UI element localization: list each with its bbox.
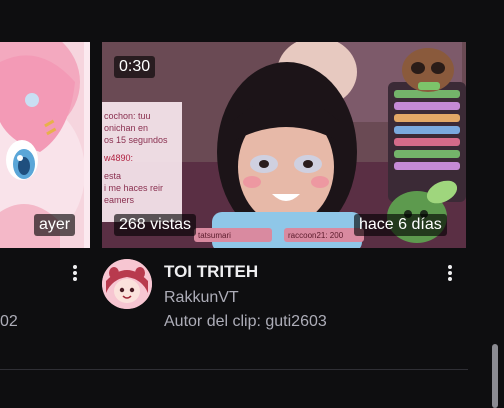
clip-age-badge: hace 6 días (354, 214, 447, 236)
section-divider (0, 369, 468, 370)
stream-chat-line: os 15 segundos (104, 135, 168, 145)
clip-thumbnail[interactable]: cochon: tuu onichan en os 15 segundos w4… (102, 42, 466, 248)
stream-chat-line: esta (104, 171, 122, 181)
channel-name-link[interactable]: RakkunVT (164, 289, 239, 307)
clip-thumbnail-left[interactable]: ayer (0, 42, 90, 248)
kebab-menu-icon (73, 265, 77, 269)
stream-chat-overlay: cochon: tuu onichan en os 15 segundos w4… (104, 110, 168, 206)
clip-age-badge: ayer (34, 214, 76, 236)
kebab-menu-icon-dot (73, 271, 77, 275)
clip-author[interactable]: Autor del clip: guti2603 (164, 313, 327, 331)
stream-chat-line: onichan en (104, 123, 149, 133)
more-options-button-left[interactable] (70, 263, 80, 285)
stream-chat-line: eamers (104, 195, 135, 205)
more-options-button[interactable] (445, 263, 455, 285)
kebab-menu-icon (448, 265, 452, 269)
clip-title[interactable]: TOI TRITEH (164, 262, 258, 282)
clip-duration-badge: 0:30 (114, 56, 156, 78)
scrollbar-thumb[interactable] (492, 344, 498, 408)
kebab-menu-icon-dot (448, 271, 452, 275)
kebab-menu-icon-dot (448, 277, 452, 281)
channel-avatar[interactable] (102, 259, 152, 309)
stream-chat-line: i me haces reir (104, 183, 164, 193)
avatar-art (102, 259, 152, 309)
clip-views-badge: 268 vistas (114, 214, 197, 236)
stream-alert-left: tatsumari (198, 231, 231, 240)
stream-chat-line: cochon: tuu (104, 111, 151, 121)
left-clip-clipper: 02 (0, 313, 18, 330)
stream-alert-right: raccoon21: 200 (288, 231, 344, 240)
kebab-menu-icon-dot (73, 277, 77, 281)
stream-chat-line: w4890: (104, 153, 134, 163)
